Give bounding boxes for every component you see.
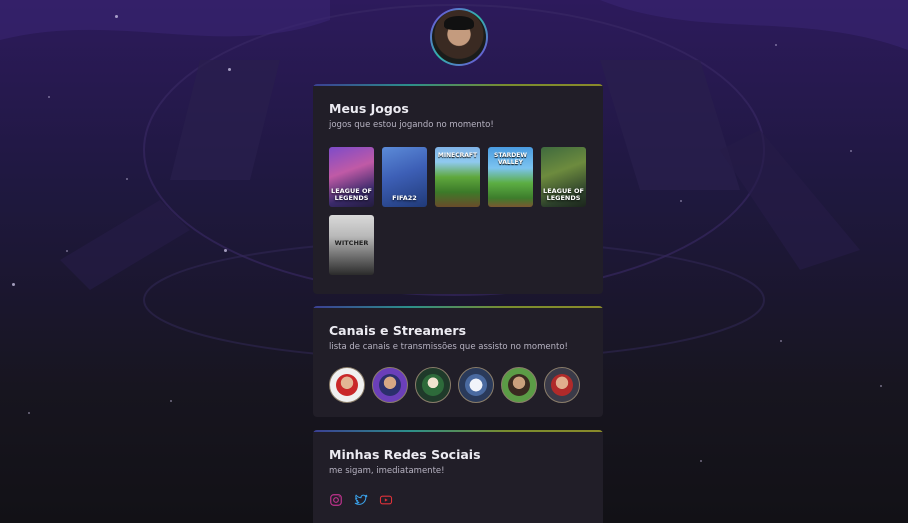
channel-avatar-image bbox=[422, 374, 444, 396]
game-title: MINECRAFT bbox=[437, 152, 478, 159]
instagram-link[interactable] bbox=[329, 492, 343, 511]
game-stardew-valley[interactable]: STARDEW VALLEY bbox=[488, 147, 533, 207]
channels-card-title: Canais e Streamers bbox=[329, 323, 467, 338]
star bbox=[228, 68, 231, 71]
games-card-subtitle: jogos que estou jogando no momento! bbox=[329, 120, 494, 130]
game-minecraft[interactable]: MINECRAFT bbox=[435, 147, 480, 207]
channel-avatar-image bbox=[379, 374, 401, 396]
youtube-link[interactable] bbox=[379, 492, 393, 511]
profile-avatar[interactable] bbox=[430, 8, 488, 66]
channel-avatar[interactable] bbox=[458, 367, 494, 403]
channel-avatar[interactable] bbox=[415, 367, 451, 403]
star bbox=[115, 15, 118, 18]
game-witcher-3[interactable]: WITCHER bbox=[329, 215, 374, 275]
channels-card-subtitle: lista de canais e transmissões que assis… bbox=[329, 342, 568, 352]
game-league-of-legends[interactable]: LEAGUE OF LEGENDS bbox=[329, 147, 374, 207]
games-grid: LEAGUE OF LEGENDS FIFA22 MINECRAFT STARD… bbox=[329, 147, 599, 275]
star bbox=[224, 249, 227, 252]
instagram-icon bbox=[330, 494, 342, 506]
socials-card: Minhas Redes Sociais me sigam, imediatam… bbox=[313, 430, 603, 523]
star bbox=[780, 340, 782, 342]
star bbox=[126, 178, 128, 180]
game-title: FIFA22 bbox=[392, 194, 417, 203]
star bbox=[880, 385, 882, 387]
star bbox=[170, 400, 172, 402]
socials-card-title: Minhas Redes Sociais bbox=[329, 447, 481, 462]
game-title: WITCHER bbox=[334, 239, 369, 248]
game-wild-rift[interactable]: LEAGUE OF LEGENDS bbox=[541, 147, 586, 207]
channels-card: Canais e Streamers lista de canais e tra… bbox=[313, 306, 603, 417]
channel-avatar-image bbox=[336, 374, 358, 396]
channel-avatar-image bbox=[551, 374, 573, 396]
star bbox=[66, 250, 68, 252]
channels-list bbox=[329, 367, 587, 403]
channel-avatar[interactable] bbox=[329, 367, 365, 403]
avatar bbox=[432, 10, 486, 64]
star bbox=[700, 460, 702, 462]
star bbox=[850, 150, 852, 152]
game-title: LEAGUE OF LEGENDS bbox=[331, 187, 372, 203]
game-fifa-22[interactable]: FIFA22 bbox=[382, 147, 427, 207]
channel-avatar[interactable] bbox=[501, 367, 537, 403]
star bbox=[48, 96, 50, 98]
channel-avatar[interactable] bbox=[372, 367, 408, 403]
social-links bbox=[329, 492, 587, 511]
star bbox=[775, 44, 777, 46]
channel-avatar-image bbox=[508, 374, 530, 396]
twitter-link[interactable] bbox=[354, 492, 368, 511]
channel-avatar[interactable] bbox=[544, 367, 580, 403]
star bbox=[28, 412, 30, 414]
channel-avatar-image bbox=[465, 374, 487, 396]
game-title: STARDEW VALLEY bbox=[494, 152, 527, 166]
youtube-icon bbox=[379, 495, 393, 505]
games-card-title: Meus Jogos bbox=[329, 101, 409, 116]
star bbox=[680, 200, 682, 202]
game-title: LEAGUE OF LEGENDS bbox=[543, 187, 584, 203]
twitter-icon bbox=[354, 494, 368, 505]
star bbox=[12, 283, 15, 286]
socials-card-subtitle: me sigam, imediatamente! bbox=[329, 466, 445, 476]
games-card: Meus Jogos jogos que estou jogando no mo… bbox=[313, 84, 603, 294]
